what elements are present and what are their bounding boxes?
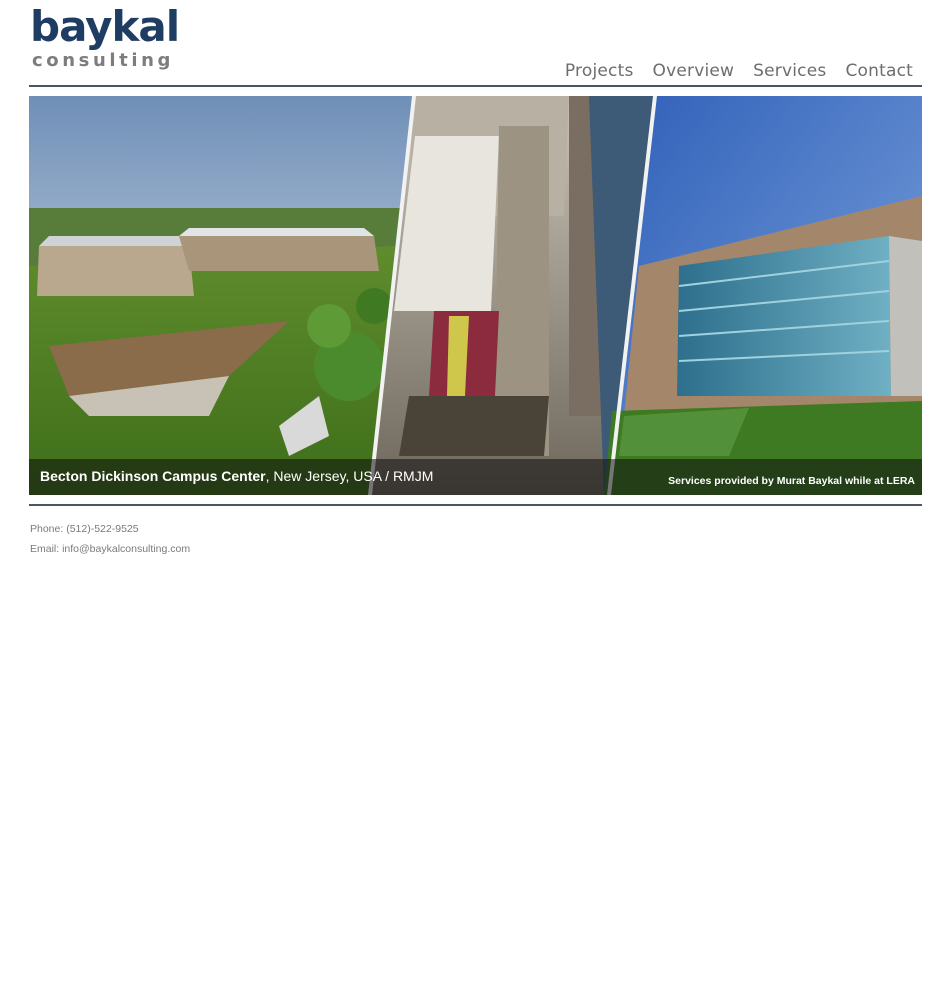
header-divider: [29, 85, 922, 87]
logo[interactable]: baykal consulting: [30, 6, 180, 76]
logo-wordmark: baykal: [30, 2, 180, 51]
email-label: Email:: [30, 543, 63, 555]
contact-info: Phone: (512)-522-9525 Email: info@baykal…: [30, 519, 190, 559]
project-name: Becton Dickinson Campus Center: [40, 468, 266, 484]
hero-caption-bar: Becton Dickinson Campus Center, New Jers…: [29, 459, 922, 495]
hero-credit: Services provided by Murat Baykal while …: [668, 475, 915, 487]
project-location: , New Jersey, USA / RMJM: [265, 468, 434, 484]
email-line: Email: info@baykalconsulting.com: [30, 539, 190, 559]
hero-caption: Becton Dickinson Campus Center, New Jers…: [40, 468, 433, 484]
phone-number: (512)-522-9525: [66, 523, 139, 535]
hero-panel-facade: [604, 96, 922, 495]
phone-line: Phone: (512)-522-9525: [30, 519, 190, 539]
hero-slideshow[interactable]: Becton Dickinson Campus Center, New Jers…: [29, 96, 922, 495]
footer-divider: [29, 504, 922, 506]
nav-contact[interactable]: Contact: [845, 60, 913, 82]
nav-overview[interactable]: Overview: [653, 60, 735, 82]
nav-projects[interactable]: Projects: [565, 60, 634, 82]
hero-panel-campus: [29, 96, 413, 495]
hero-image: [29, 96, 922, 495]
main-nav: Projects Overview Services Contact: [546, 60, 913, 82]
email-link[interactable]: info@baykalconsulting.com: [62, 543, 190, 555]
nav-services[interactable]: Services: [753, 60, 826, 82]
logo-tagline: consulting: [32, 50, 175, 71]
phone-label: Phone:: [30, 523, 67, 535]
